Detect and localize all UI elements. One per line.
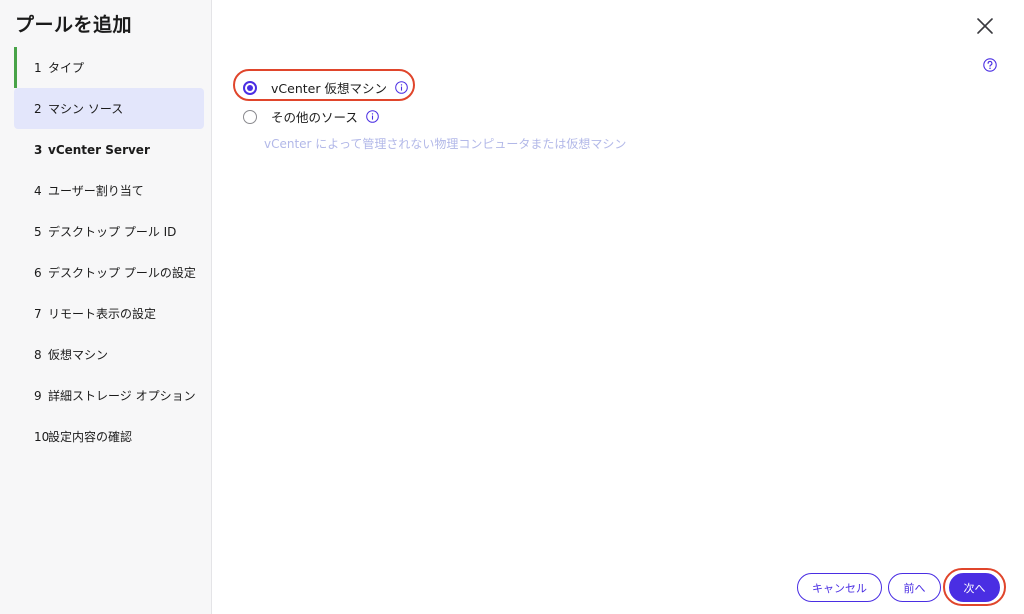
step-label: 仮想マシン bbox=[48, 348, 109, 362]
cancel-button[interactable]: キャンセル bbox=[797, 573, 882, 602]
step-label: 設定内容の確認 bbox=[48, 430, 133, 444]
step-number: 1 bbox=[34, 60, 42, 75]
step-label: リモート表示の設定 bbox=[48, 307, 157, 321]
radio-label: vCenter 仮想マシン bbox=[271, 81, 387, 96]
radio-option-vcenter-vm[interactable]: vCenter 仮想マシン bbox=[243, 78, 408, 97]
step-number: 6 bbox=[34, 265, 42, 280]
step-label: デスクトップ プールの設定 bbox=[48, 266, 196, 280]
step-user-assignment[interactable]: 4 ユーザー割り当て bbox=[14, 170, 204, 211]
step-desktop-pool-settings[interactable]: 6 デスクトップ プールの設定 bbox=[14, 252, 204, 293]
wizard-sidebar: プールを追加 1 タイプ 2 マシン ソース 3 vCenter Server … bbox=[0, 0, 212, 614]
step-vcenter-server[interactable]: 3 vCenter Server bbox=[14, 129, 204, 170]
step-desktop-pool-id[interactable]: 5 デスクトップ プール ID bbox=[14, 211, 204, 252]
step-type[interactable]: 1 タイプ bbox=[14, 47, 204, 88]
radio-button[interactable] bbox=[243, 109, 257, 124]
back-button[interactable]: 前へ bbox=[888, 573, 941, 602]
help-icon[interactable] bbox=[983, 58, 997, 72]
step-advanced-storage[interactable]: 9 詳細ストレージ オプション bbox=[14, 375, 204, 416]
step-label: 詳細ストレージ オプション bbox=[48, 389, 196, 403]
step-number: 8 bbox=[34, 347, 42, 362]
step-label: マシン ソース bbox=[48, 102, 124, 116]
wizard-title: プールを追加 bbox=[15, 14, 133, 36]
step-remote-display-settings[interactable]: 7 リモート表示の設定 bbox=[14, 293, 204, 334]
step-virtual-machines[interactable]: 8 仮想マシン bbox=[14, 334, 204, 375]
other-source-description: vCenter によって管理されない物理コンピュータまたは仮想マシン bbox=[264, 137, 627, 151]
step-number: 4 bbox=[34, 183, 42, 198]
step-list: 1 タイプ 2 マシン ソース 3 vCenter Server 4 ユーザー割… bbox=[14, 47, 204, 457]
step-label: ユーザー割り当て bbox=[48, 184, 144, 198]
step-machine-source[interactable]: 2 マシン ソース bbox=[14, 88, 204, 129]
step-number: 7 bbox=[34, 306, 42, 321]
step-number: 2 bbox=[34, 101, 42, 116]
step-number: 10 bbox=[34, 429, 50, 444]
radio-label: その他のソース bbox=[271, 110, 358, 125]
info-icon[interactable] bbox=[366, 110, 379, 123]
step-label: タイプ bbox=[48, 61, 85, 75]
close-icon[interactable] bbox=[975, 16, 995, 36]
step-review[interactable]: 10 設定内容の確認 bbox=[14, 416, 204, 457]
info-icon[interactable] bbox=[395, 81, 408, 94]
step-number: 9 bbox=[34, 388, 42, 403]
radio-button[interactable] bbox=[243, 80, 257, 95]
next-button[interactable]: 次へ bbox=[949, 573, 1000, 602]
step-number: 5 bbox=[34, 224, 42, 239]
radio-option-other-source[interactable]: その他のソース bbox=[243, 107, 379, 126]
step-number: 3 bbox=[34, 142, 43, 157]
step-label: デスクトップ プール ID bbox=[48, 225, 177, 239]
step-label: vCenter Server bbox=[48, 142, 150, 157]
